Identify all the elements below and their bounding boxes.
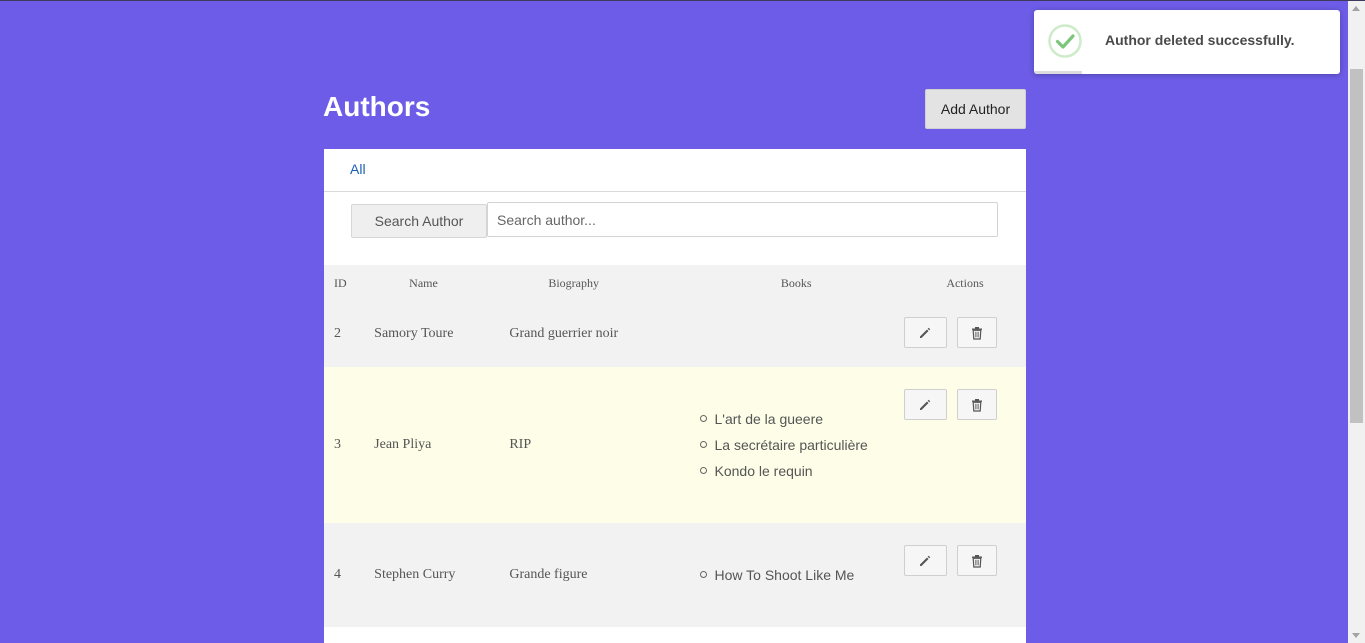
cell-actions [903,367,1026,523]
book-item: L'art de la gueere [699,406,904,432]
check-circle-icon [1048,24,1082,58]
book-item: Kondo le requin [699,458,904,484]
edit-button[interactable] [903,317,947,348]
cell-books [689,301,904,367]
cell-actions [903,523,1026,627]
column-header-actions: Actions [946,275,984,290]
page-title: Authors [323,91,431,122]
table-row: 4 Stephen Curry Grande figure How To Sho… [324,523,1026,627]
book-list: How To Shoot Like Me [689,562,904,588]
authors-panel: All Search Author ID Name Biography Book… [324,149,1026,643]
add-author-button[interactable]: Add Author [925,89,1026,129]
scroll-up-icon[interactable] [1352,6,1360,11]
delete-button[interactable] [956,317,997,348]
column-header-name: Name [409,275,438,290]
scrollbar-thumb[interactable] [1350,69,1363,423]
trash-icon [971,398,982,412]
pencil-icon [920,399,931,410]
book-list: L'art de la gueere La secrétaire particu… [689,406,904,484]
cell-name: Jean Pliya [374,437,432,452]
toast-progress-bar [1034,71,1082,74]
trash-icon [971,554,982,568]
pencil-icon [920,327,931,338]
cell-actions [903,301,1026,367]
cell-name: Stephen Curry [374,567,456,582]
delete-button[interactable] [956,389,997,420]
toast-message: Author deleted successfully. [1105,32,1295,48]
table-row: 2 Samory Toure Grand guerrier noir [324,301,1026,367]
column-header-biography: Biography [548,275,599,290]
cell-name: Samory Toure [374,326,454,341]
authors-table: ID Name Biography Books Actions 2 Samory… [324,265,1026,627]
cell-id: 3 [334,437,341,452]
book-item: How To Shoot Like Me [699,562,904,588]
edit-button[interactable] [903,389,947,420]
filter-tabs: All [324,149,1026,192]
delete-button[interactable] [956,545,997,576]
tab-all[interactable]: All [350,161,366,177]
cell-biography: Grand guerrier noir [509,326,619,341]
cell-biography: Grande figure [509,567,588,582]
table-header-row: ID Name Biography Books Actions [324,265,1026,301]
table-row: 3 Jean Pliya RIP L'art de la gueere La s… [324,367,1026,523]
page-scrollbar[interactable] [1348,1,1365,643]
column-header-books: Books [780,275,812,290]
scroll-down-icon[interactable] [1352,633,1360,638]
trash-icon [971,326,982,340]
search-input[interactable] [487,202,998,237]
edit-button[interactable] [903,545,947,576]
cell-books: L'art de la gueere La secrétaire particu… [689,367,904,523]
cell-id: 2 [334,326,341,341]
pencil-icon [920,555,931,566]
cell-biography: RIP [509,437,532,452]
success-toast[interactable]: Author deleted successfully. [1034,10,1340,74]
search-author-button[interactable]: Search Author [351,204,487,238]
column-header-id: ID [334,275,347,290]
cell-books: How To Shoot Like Me [689,523,904,627]
cell-id: 4 [334,567,341,582]
book-item: La secrétaire particulière [699,432,904,458]
